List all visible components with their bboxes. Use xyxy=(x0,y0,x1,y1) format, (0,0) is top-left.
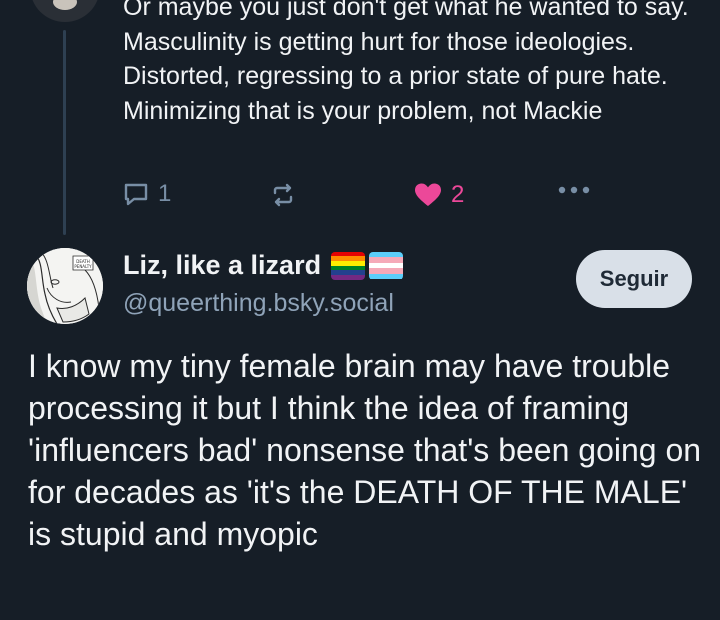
repost-button[interactable] xyxy=(270,182,296,208)
like-button[interactable]: 2 xyxy=(414,181,464,209)
handle[interactable]: @queerthing.bsky.social xyxy=(123,289,394,318)
follow-button[interactable]: Seguir xyxy=(576,250,692,308)
post-actions: 1 2 xyxy=(0,178,720,214)
reply-icon xyxy=(123,181,149,207)
more-options-button[interactable] xyxy=(557,185,591,195)
flags xyxy=(331,251,404,280)
transgender-flag-icon xyxy=(369,251,404,280)
avatar-face xyxy=(53,0,77,10)
rainbow-pride-flag-icon xyxy=(331,251,366,280)
manga-avatar-image: DEATH PENALTY xyxy=(27,248,103,324)
avatar[interactable] xyxy=(30,0,100,22)
reply-count: 1 xyxy=(158,180,172,207)
post-text: Or maybe you just don't get what he want… xyxy=(123,0,689,125)
reply-button[interactable]: 1 xyxy=(123,180,171,208)
heart-icon xyxy=(414,182,442,208)
author-row: Liz, like a lizard xyxy=(123,250,404,281)
post-text: I know my tiny female brain may have tro… xyxy=(28,348,702,552)
display-name[interactable]: Liz, like a lizard xyxy=(123,250,321,281)
avatar[interactable]: DEATH PENALTY xyxy=(27,248,103,324)
svg-text:PENALTY: PENALTY xyxy=(74,264,92,269)
like-count: 2 xyxy=(451,181,465,208)
more-dots-icon xyxy=(557,185,591,195)
repost-icon xyxy=(270,182,296,208)
